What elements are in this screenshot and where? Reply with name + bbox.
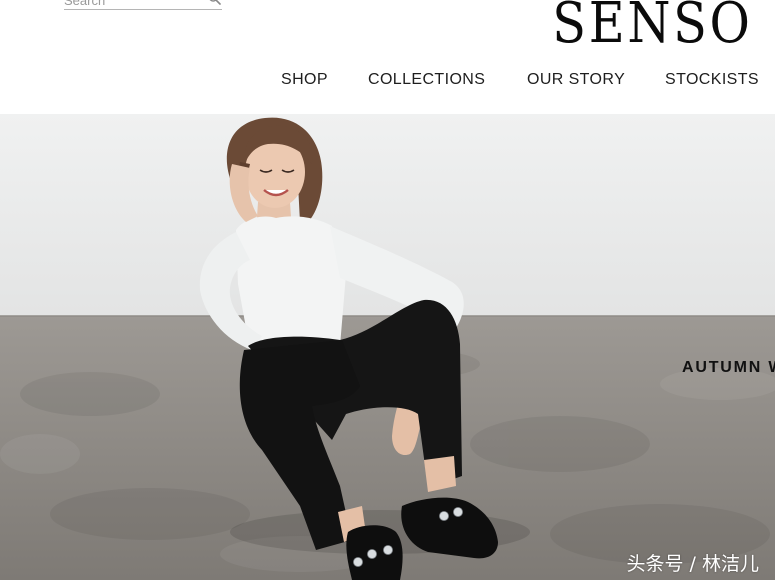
search-input[interactable] [64, 0, 199, 9]
hero-banner[interactable]: AUTUMN W 头条号 / 林洁儿 [0, 114, 775, 580]
search-bar[interactable] [64, 0, 222, 10]
hero-image [0, 114, 775, 580]
main-nav: SHOP COLLECTIONS OUR STORY STOCKISTS [0, 71, 775, 93]
watermark: 头条号 / 林洁儿 [626, 553, 759, 575]
nav-item-shop[interactable]: SHOP [281, 71, 328, 89]
hero-caption[interactable]: AUTUMN W [682, 359, 775, 377]
brand-logo[interactable]: SENSO [553, 0, 753, 54]
nav-item-our-story[interactable]: OUR STORY [527, 71, 625, 89]
nav-item-stockists[interactable]: STOCKISTS [665, 71, 759, 89]
search-icon[interactable] [208, 0, 221, 5]
site-header: SENSO SHOP COLLECTIONS OUR STORY STOCKIS… [0, 0, 775, 114]
nav-item-collections[interactable]: COLLECTIONS [368, 71, 485, 89]
